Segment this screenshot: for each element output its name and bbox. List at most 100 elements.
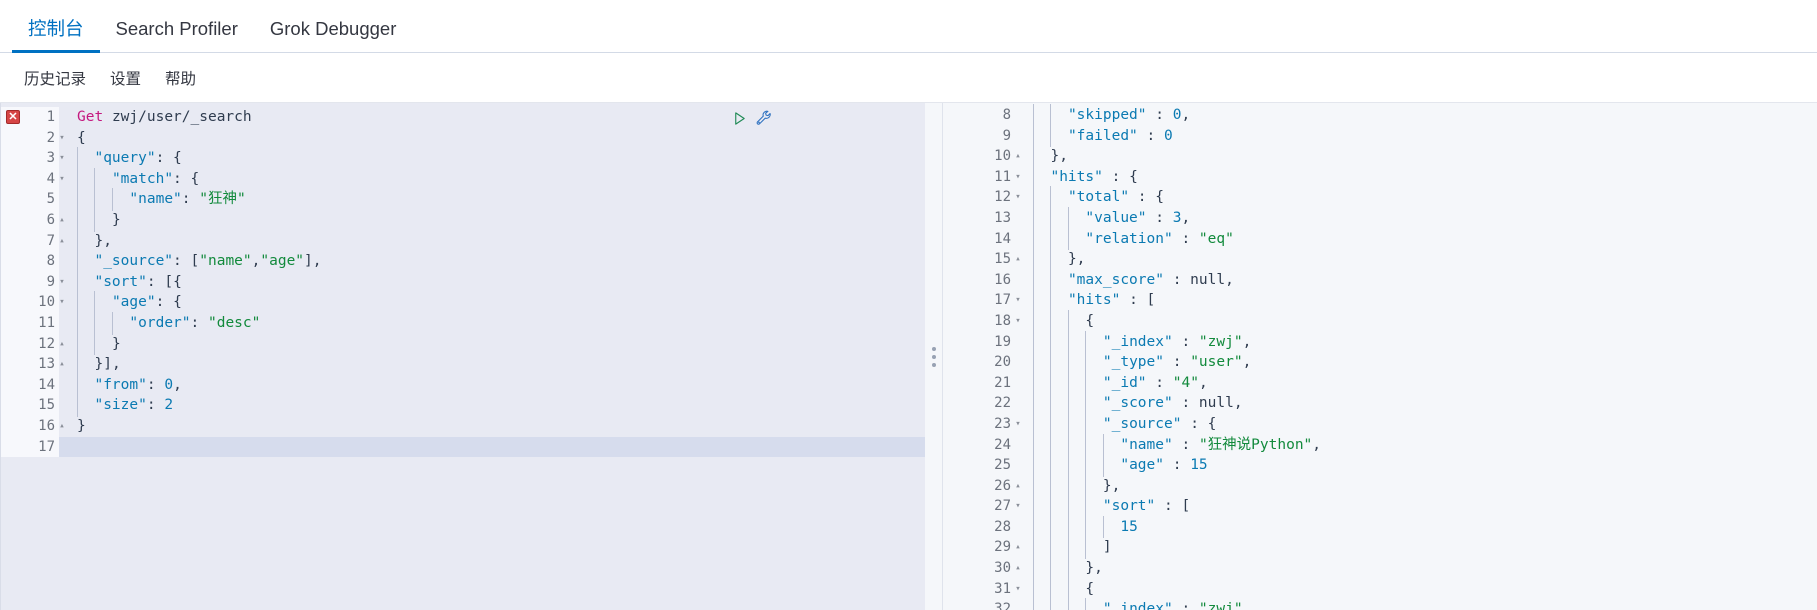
code-line[interactable]: 13 ▴ }], bbox=[1, 353, 925, 376]
submenu-item-help[interactable]: 帮助 bbox=[165, 67, 196, 89]
line-number: 14 bbox=[1, 374, 59, 396]
code-line[interactable]: 11 ▾ "hits" : { bbox=[943, 165, 1817, 188]
fold-toggle-icon[interactable]: ▴ bbox=[1012, 558, 1024, 579]
code-line[interactable]: 26 ▴ }, bbox=[943, 474, 1817, 497]
panel-splitter[interactable] bbox=[925, 103, 943, 610]
wrench-icon[interactable] bbox=[756, 110, 773, 127]
code-line[interactable]: 9 ▾ "sort": [{ bbox=[1, 270, 925, 293]
code-line[interactable]: 10 ▴ }, bbox=[943, 145, 1817, 168]
tab-search-profiler[interactable]: Search Profiler bbox=[100, 19, 254, 53]
code-line[interactable]: 16 "max_score" : null, bbox=[943, 268, 1817, 291]
code-text: "failed" : 0 bbox=[1029, 124, 1817, 147]
code-line[interactable]: 14 "from": 0, bbox=[1, 373, 925, 396]
response-pane[interactable]: 8 "skipped" : 0, 9 "failed" : 0 10 ▴ }, 11 ▾ … bbox=[943, 103, 1817, 610]
code-line[interactable]: 29 ▴ ] bbox=[943, 536, 1817, 559]
line-number: 2 ▾ bbox=[1, 127, 65, 149]
fold-toggle-icon[interactable]: ▴ bbox=[56, 334, 68, 355]
tab-console[interactable]: 控制台 bbox=[12, 17, 100, 53]
code-line[interactable]: 23 ▾ "_source" : { bbox=[943, 412, 1817, 436]
code-line[interactable]: 15 ▴ }, bbox=[943, 248, 1817, 271]
fold-toggle-icon[interactable]: ▾ bbox=[1012, 187, 1024, 208]
request-editor-pane[interactable]: ✕ 1 Get zwj/user/_search 2 ▾{3 ▾ "query": {4 ▾… bbox=[0, 103, 925, 610]
code-line[interactable]: 5 "name": "狂神" bbox=[1, 188, 925, 211]
code-line[interactable]: 17 bbox=[1, 436, 925, 458]
fold-toggle-icon[interactable]: ▴ bbox=[56, 354, 68, 375]
code-line[interactable]: 14 "relation" : "eq" bbox=[943, 227, 1817, 250]
code-line[interactable]: 28 15 bbox=[943, 515, 1817, 539]
code-line[interactable]: 32 "_index" : "zwj", bbox=[943, 598, 1817, 610]
fold-toggle-icon[interactable]: ▴ bbox=[56, 416, 68, 437]
code-line[interactable]: 4 ▾ "match": { bbox=[1, 167, 925, 190]
gutter-spacer bbox=[59, 313, 73, 334]
fold-toggle-icon[interactable]: ▴ bbox=[56, 210, 68, 231]
gutter-spacer bbox=[1015, 393, 1029, 414]
code-line[interactable]: ✕ 1 Get zwj/user/_search bbox=[1, 107, 925, 128]
code-line[interactable]: 19 "_index" : "zwj", bbox=[943, 330, 1817, 353]
error-marker-icon[interactable]: ✕ bbox=[6, 110, 20, 124]
code-line[interactable]: 10 ▾ "age": { bbox=[1, 291, 925, 314]
fold-toggle-icon[interactable]: ▾ bbox=[56, 292, 68, 313]
fold-toggle-icon[interactable]: ▾ bbox=[1012, 579, 1024, 600]
gutter-spacer bbox=[59, 395, 73, 416]
code-line[interactable]: 8 "skipped" : 0, bbox=[943, 104, 1817, 127]
line-number: 10 ▾ bbox=[1, 292, 65, 313]
code-text: }, bbox=[73, 229, 925, 252]
code-line[interactable]: 9 "failed" : 0 bbox=[943, 124, 1817, 147]
line-number: ✕ 1 bbox=[1, 107, 59, 128]
fold-toggle-icon[interactable]: ▾ bbox=[1012, 167, 1024, 188]
console-submenu: 历史记录 设置 帮助 bbox=[0, 53, 1817, 103]
code-line[interactable]: 20 "_type" : "user", bbox=[943, 351, 1817, 374]
code-line[interactable]: 27 ▾ "sort" : [ bbox=[943, 495, 1817, 518]
code-line[interactable]: 31 ▾ { bbox=[943, 577, 1817, 600]
line-number: 17 bbox=[1, 436, 59, 458]
fold-toggle-icon[interactable]: ▾ bbox=[56, 169, 68, 190]
code-line[interactable]: 6 ▴ } bbox=[1, 208, 925, 232]
fold-toggle-icon[interactable]: ▾ bbox=[1012, 290, 1024, 311]
line-number: 20 bbox=[943, 352, 1015, 373]
code-line[interactable]: 25 "age" : 15 bbox=[943, 454, 1817, 477]
fold-toggle-icon[interactable]: ▴ bbox=[56, 231, 68, 252]
code-line[interactable]: 24 "name" : "狂神说Python", bbox=[943, 433, 1817, 456]
code-line[interactable]: 21 "_id" : "4", bbox=[943, 371, 1817, 394]
code-line[interactable]: 11 "order": "desc" bbox=[1, 311, 925, 335]
fold-toggle-icon[interactable]: ▾ bbox=[1012, 496, 1024, 517]
code-line[interactable]: 16 ▴} bbox=[1, 415, 925, 437]
code-line[interactable]: 17 ▾ "hits" : [ bbox=[943, 289, 1817, 312]
tab-grok-debugger[interactable]: Grok Debugger bbox=[254, 19, 412, 53]
submenu-item-history[interactable]: 历史记录 bbox=[24, 67, 86, 89]
code-line[interactable]: 30 ▴ }, bbox=[943, 557, 1817, 580]
code-line[interactable]: 15 "size": 2 bbox=[1, 394, 925, 417]
code-line[interactable]: 18 ▾ { bbox=[943, 309, 1817, 333]
play-icon[interactable] bbox=[732, 111, 747, 126]
line-number: 10 ▴ bbox=[943, 146, 1021, 167]
code-line[interactable]: 13 "value" : 3, bbox=[943, 206, 1817, 230]
code-line[interactable]: 7 ▴ }, bbox=[1, 229, 925, 252]
code-line[interactable]: 3 ▾ "query": { bbox=[1, 147, 925, 170]
line-number: 16 bbox=[943, 269, 1015, 291]
fold-toggle-icon[interactable]: ▴ bbox=[1012, 537, 1024, 558]
code-line[interactable]: 22 "_score" : null, bbox=[943, 392, 1817, 415]
code-line[interactable]: 12 ▾ "total" : { bbox=[943, 186, 1817, 209]
fold-toggle-icon[interactable]: ▴ bbox=[1012, 146, 1024, 167]
code-text: "hits" : [ bbox=[1029, 289, 1817, 312]
code-line[interactable]: 8 "_source": ["name","age"], bbox=[1, 250, 925, 273]
fold-toggle-icon[interactable]: ▴ bbox=[1012, 249, 1024, 270]
tab-console-label: 控制台 bbox=[28, 17, 84, 39]
fold-toggle-icon[interactable]: ▾ bbox=[56, 148, 68, 169]
gutter-spacer bbox=[59, 189, 73, 210]
line-number: 19 bbox=[943, 331, 1015, 353]
fold-toggle-icon[interactable]: ▾ bbox=[56, 128, 68, 149]
code-line[interactable]: 12 ▴ } bbox=[1, 332, 925, 355]
line-number: 8 bbox=[943, 105, 1015, 126]
line-number: 22 bbox=[943, 393, 1015, 414]
code-line[interactable]: 2 ▾ { bbox=[1, 127, 925, 149]
gutter-spacer bbox=[1015, 105, 1029, 126]
fold-toggle-icon[interactable]: ▾ bbox=[1012, 414, 1024, 435]
submenu-item-settings[interactable]: 设置 bbox=[110, 67, 141, 89]
fold-toggle-icon[interactable]: ▾ bbox=[56, 272, 68, 293]
fold-toggle-icon[interactable]: ▴ bbox=[1012, 476, 1024, 497]
fold-toggle-icon[interactable]: ▾ bbox=[1012, 311, 1024, 332]
line-number: 9 ▾ bbox=[1, 271, 65, 293]
response-lines: 8 "skipped" : 0, 9 "failed" : 0 10 ▴ }, 11 ▾ … bbox=[943, 103, 1817, 610]
